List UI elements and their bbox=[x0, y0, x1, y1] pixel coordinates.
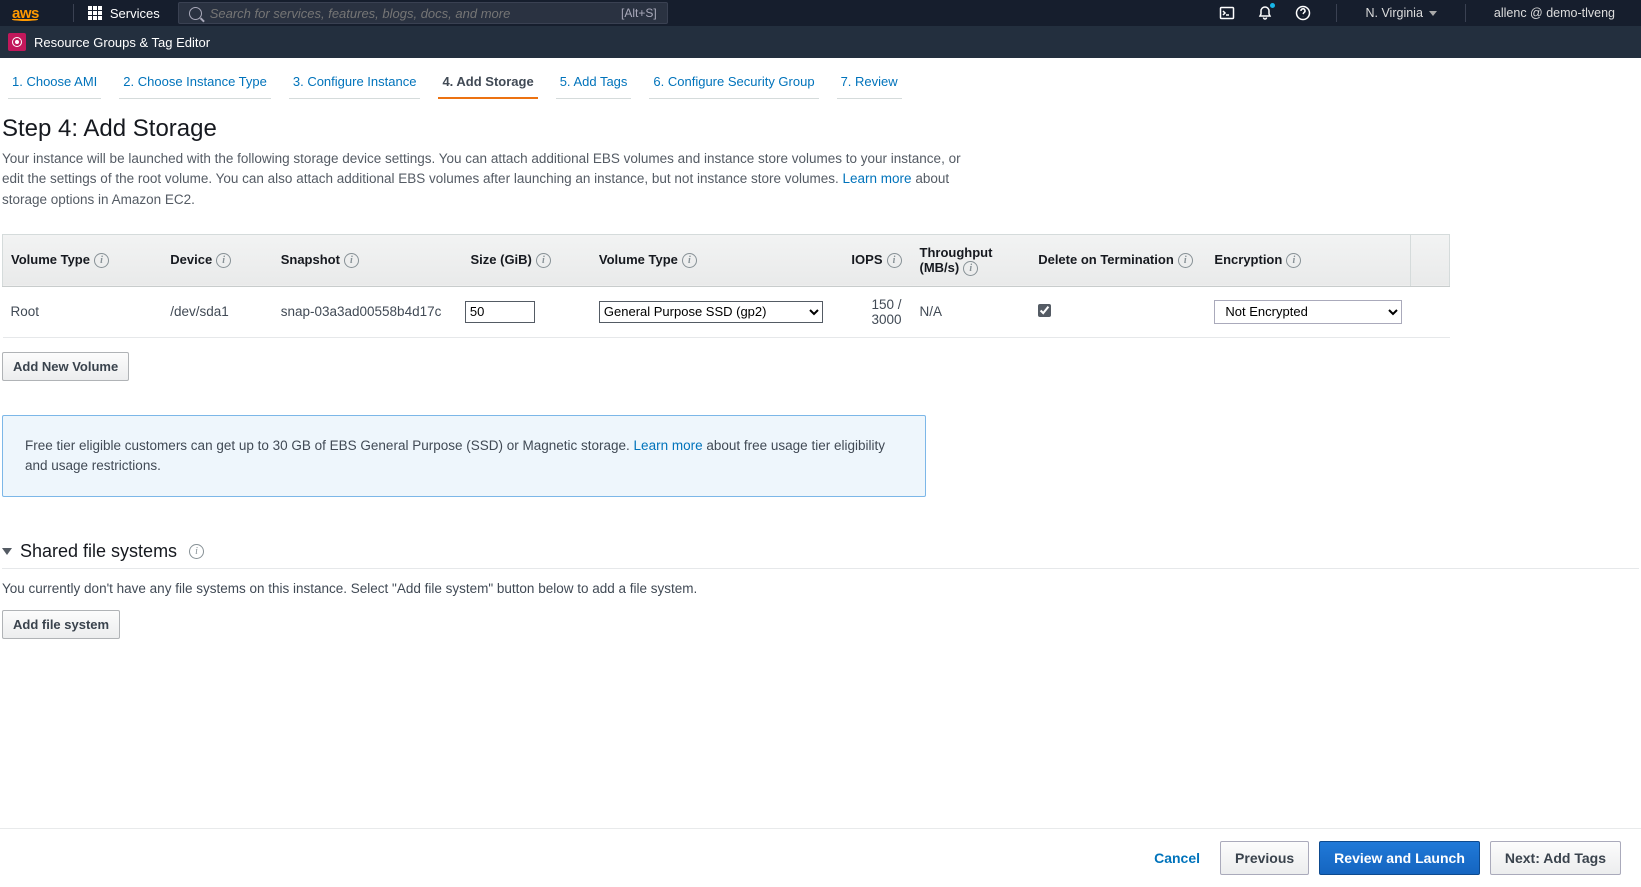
region-selector[interactable]: N. Virginia bbox=[1351, 6, 1450, 20]
page-content: Step 4: Add Storage Your instance will b… bbox=[0, 115, 1641, 639]
page-title: Step 4: Add Storage bbox=[2, 115, 1639, 143]
caret-down-icon bbox=[2, 548, 12, 555]
wizard-step-add-storage[interactable]: 4. Add Storage bbox=[438, 70, 537, 99]
help-icon[interactable] bbox=[1284, 0, 1322, 26]
delete-on-termination-checkbox[interactable] bbox=[1038, 304, 1051, 317]
storage-table: Volume Typei Devicei Snapshoti Size (GiB… bbox=[2, 234, 1450, 338]
chevron-down-icon bbox=[1429, 11, 1437, 16]
services-menu[interactable]: Services bbox=[88, 6, 160, 21]
shared-file-systems-section: Shared file systems i You currently don'… bbox=[2, 541, 1639, 639]
info-icon[interactable]: i bbox=[536, 253, 551, 268]
size-input[interactable] bbox=[465, 301, 535, 323]
th-iops: IOPSi bbox=[835, 234, 912, 286]
shared-file-systems-title: Shared file systems bbox=[20, 541, 177, 562]
wizard-step-choose-ami[interactable]: 1. Choose AMI bbox=[8, 70, 101, 99]
info-icon[interactable]: i bbox=[344, 253, 359, 268]
notifications-icon[interactable] bbox=[1246, 0, 1284, 26]
notification-dot bbox=[1270, 3, 1275, 8]
info-icon[interactable]: i bbox=[94, 253, 109, 268]
region-label: N. Virginia bbox=[1365, 6, 1422, 20]
th-device: Devicei bbox=[162, 234, 272, 286]
divider bbox=[1336, 4, 1337, 22]
global-search[interactable]: [Alt+S] bbox=[178, 2, 668, 24]
info-icon[interactable]: i bbox=[887, 253, 902, 268]
table-row: Root /dev/sda1 snap-03a3ad00558b4d17c Ge… bbox=[3, 286, 1450, 337]
wizard-step-choose-instance-type[interactable]: 2. Choose Instance Type bbox=[119, 70, 271, 99]
review-and-launch-button[interactable]: Review and Launch bbox=[1319, 841, 1480, 875]
th-encryption: Encryptioni bbox=[1206, 234, 1410, 286]
aws-logo[interactable]: aws bbox=[12, 5, 39, 21]
add-file-system-button[interactable]: Add file system bbox=[2, 610, 120, 639]
info-icon[interactable]: i bbox=[682, 253, 697, 268]
subnav-label[interactable]: Resource Groups & Tag Editor bbox=[34, 35, 210, 50]
cell-iops: 150 / 3000 bbox=[835, 286, 912, 337]
cell-throughput: N/A bbox=[912, 286, 1031, 337]
wizard-footer: Cancel Previous Review and Launch Next: … bbox=[0, 828, 1641, 887]
resource-groups-icon[interactable] bbox=[8, 33, 26, 51]
account-menu[interactable]: allenc @ demo-tlveng bbox=[1480, 6, 1629, 20]
cell-device: /dev/sda1 bbox=[162, 286, 272, 337]
search-icon bbox=[189, 7, 202, 20]
wizard-step-configure-instance[interactable]: 3. Configure Instance bbox=[289, 70, 421, 99]
add-new-volume-button[interactable]: Add New Volume bbox=[2, 352, 129, 381]
page-description: Your instance will be launched with the … bbox=[2, 149, 962, 210]
th-volume-type: Volume Typei bbox=[3, 234, 163, 286]
free-tier-info-box: Free tier eligible customers can get up … bbox=[2, 415, 926, 498]
shared-file-systems-description: You currently don't have any file system… bbox=[2, 581, 1639, 596]
search-shortcut-hint: [Alt+S] bbox=[621, 6, 657, 20]
wizard-step-review[interactable]: 7. Review bbox=[837, 70, 902, 99]
top-navbar: aws Services [Alt+S] N. Virginia bbox=[0, 0, 1641, 26]
divider bbox=[73, 4, 74, 22]
wizard-steps: 1. Choose AMI 2. Choose Instance Type 3.… bbox=[0, 58, 1641, 107]
info-icon[interactable]: i bbox=[963, 261, 978, 276]
services-label: Services bbox=[110, 6, 160, 21]
learn-more-link[interactable]: Learn more bbox=[634, 438, 703, 453]
sub-navbar: Resource Groups & Tag Editor bbox=[0, 26, 1641, 58]
account-label: allenc @ demo-tlveng bbox=[1494, 6, 1615, 20]
info-icon[interactable]: i bbox=[1178, 253, 1193, 268]
th-snapshot: Snapshoti bbox=[273, 234, 457, 286]
search-input[interactable] bbox=[210, 6, 621, 21]
th-actions bbox=[1410, 234, 1449, 286]
grid-icon bbox=[88, 6, 102, 20]
info-icon[interactable]: i bbox=[1286, 253, 1301, 268]
th-size: Size (GiB)i bbox=[457, 234, 591, 286]
volume-type-select[interactable]: General Purpose SSD (gp2) bbox=[599, 301, 823, 323]
info-icon[interactable]: i bbox=[189, 544, 204, 559]
wizard-step-add-tags[interactable]: 5. Add Tags bbox=[556, 70, 632, 99]
cell-volume-type: Root bbox=[3, 286, 163, 337]
shared-file-systems-header[interactable]: Shared file systems i bbox=[2, 541, 1639, 569]
th-delete-on-termination: Delete on Terminationi bbox=[1030, 234, 1206, 286]
th-volume-type-b: Volume Typei bbox=[591, 234, 835, 286]
cloudshell-icon[interactable] bbox=[1208, 0, 1246, 26]
learn-more-link[interactable]: Learn more bbox=[843, 171, 912, 186]
encryption-select[interactable]: Not Encrypted bbox=[1214, 300, 1402, 324]
th-throughput: Throughput (MB/s)i bbox=[912, 234, 1031, 286]
cancel-button[interactable]: Cancel bbox=[1144, 842, 1210, 874]
cell-snapshot: snap-03a3ad00558b4d17c bbox=[273, 286, 457, 337]
divider bbox=[1465, 4, 1466, 22]
previous-button[interactable]: Previous bbox=[1220, 841, 1309, 875]
info-icon[interactable]: i bbox=[216, 253, 231, 268]
next-add-tags-button[interactable]: Next: Add Tags bbox=[1490, 841, 1621, 875]
wizard-step-configure-security-group[interactable]: 6. Configure Security Group bbox=[649, 70, 818, 99]
